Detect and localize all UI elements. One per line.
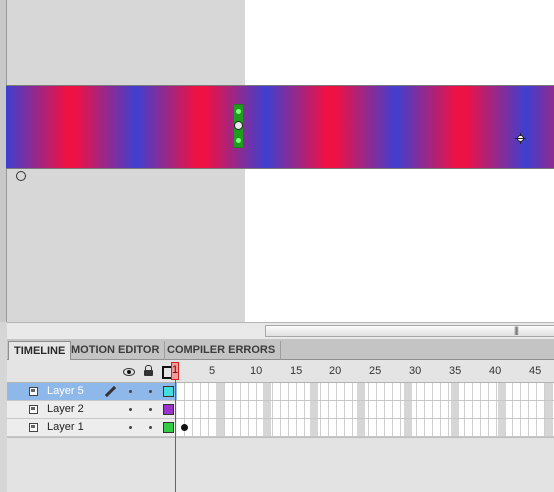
layer-outline-color-swatch[interactable] — [163, 422, 174, 433]
layer-name[interactable]: Layer 1 — [47, 421, 84, 433]
current-frame-number: 1 — [172, 364, 179, 376]
layer-list: Layer 5 Layer 2 Layer 1 — [7, 383, 554, 437]
gradient-transform-handle-icon[interactable] — [233, 104, 244, 148]
lock-toggle[interactable] — [149, 426, 152, 429]
gradient-rectangle[interactable] — [6, 85, 554, 169]
eye-icon[interactable] — [123, 365, 135, 377]
visibility-toggle[interactable] — [129, 390, 132, 393]
playhead[interactable]: 1 — [171, 362, 179, 380]
layer-row[interactable]: Layer 1 — [7, 419, 554, 437]
scrollbar-grip-icon: ||| — [514, 325, 519, 335]
layer-icon — [29, 387, 38, 396]
stage-horizontal-scrollbar[interactable]: ||| — [7, 322, 554, 339]
frame-number: 5 — [209, 365, 216, 377]
layer-icon — [29, 405, 38, 414]
timeline-empty-area — [7, 437, 554, 492]
frame-number: 20 — [329, 365, 342, 377]
panel-tab-bar: TIMELINE MOTION EDITOR COMPILER ERRORS — [7, 339, 554, 361]
visibility-toggle[interactable] — [129, 408, 132, 411]
pencil-icon — [104, 386, 117, 399]
layer-row[interactable]: Layer 5 — [7, 383, 554, 401]
tab-motion-editor[interactable]: MOTION EDITOR — [66, 341, 166, 360]
frame-number: 15 — [290, 365, 303, 377]
layer-name[interactable]: Layer 5 — [47, 385, 84, 397]
lock-toggle[interactable] — [149, 408, 152, 411]
crosshair-cursor-icon — [515, 133, 526, 144]
gradient-center-handle-icon[interactable] — [234, 121, 243, 130]
playhead-line — [175, 380, 176, 492]
frame-number: 35 — [449, 365, 462, 377]
layer-outline-color-swatch[interactable] — [163, 404, 174, 415]
frame-number: 45 — [529, 365, 542, 377]
frame-cells[interactable] — [177, 383, 554, 400]
frame-number: 10 — [250, 365, 263, 377]
lock-icon[interactable] — [143, 365, 155, 377]
visibility-toggle[interactable] — [129, 426, 132, 429]
timeline-header: 5 10 15 20 25 30 35 40 45 — [7, 360, 554, 383]
gradient-rotation-handle-icon[interactable] — [236, 138, 241, 143]
gradient-width-handle-icon[interactable] — [236, 109, 241, 114]
lock-toggle[interactable] — [149, 390, 152, 393]
keyframe-icon[interactable] — [181, 424, 188, 431]
frame-number: 25 — [369, 365, 382, 377]
registration-point-icon — [16, 171, 26, 181]
layer-row[interactable]: Layer 2 — [7, 401, 554, 419]
tab-compiler-errors[interactable]: COMPILER ERRORS — [162, 341, 282, 360]
frame-cells[interactable] — [177, 419, 554, 436]
layer-outline-color-swatch[interactable] — [163, 386, 174, 397]
frame-number: 30 — [409, 365, 422, 377]
frame-number: 40 — [489, 365, 502, 377]
tab-timeline[interactable]: TIMELINE — [8, 341, 72, 361]
scrollbar-thumb[interactable] — [265, 325, 554, 337]
frame-cells[interactable] — [177, 401, 554, 418]
layer-icon — [29, 423, 38, 432]
layer-name[interactable]: Layer 2 — [47, 403, 84, 415]
